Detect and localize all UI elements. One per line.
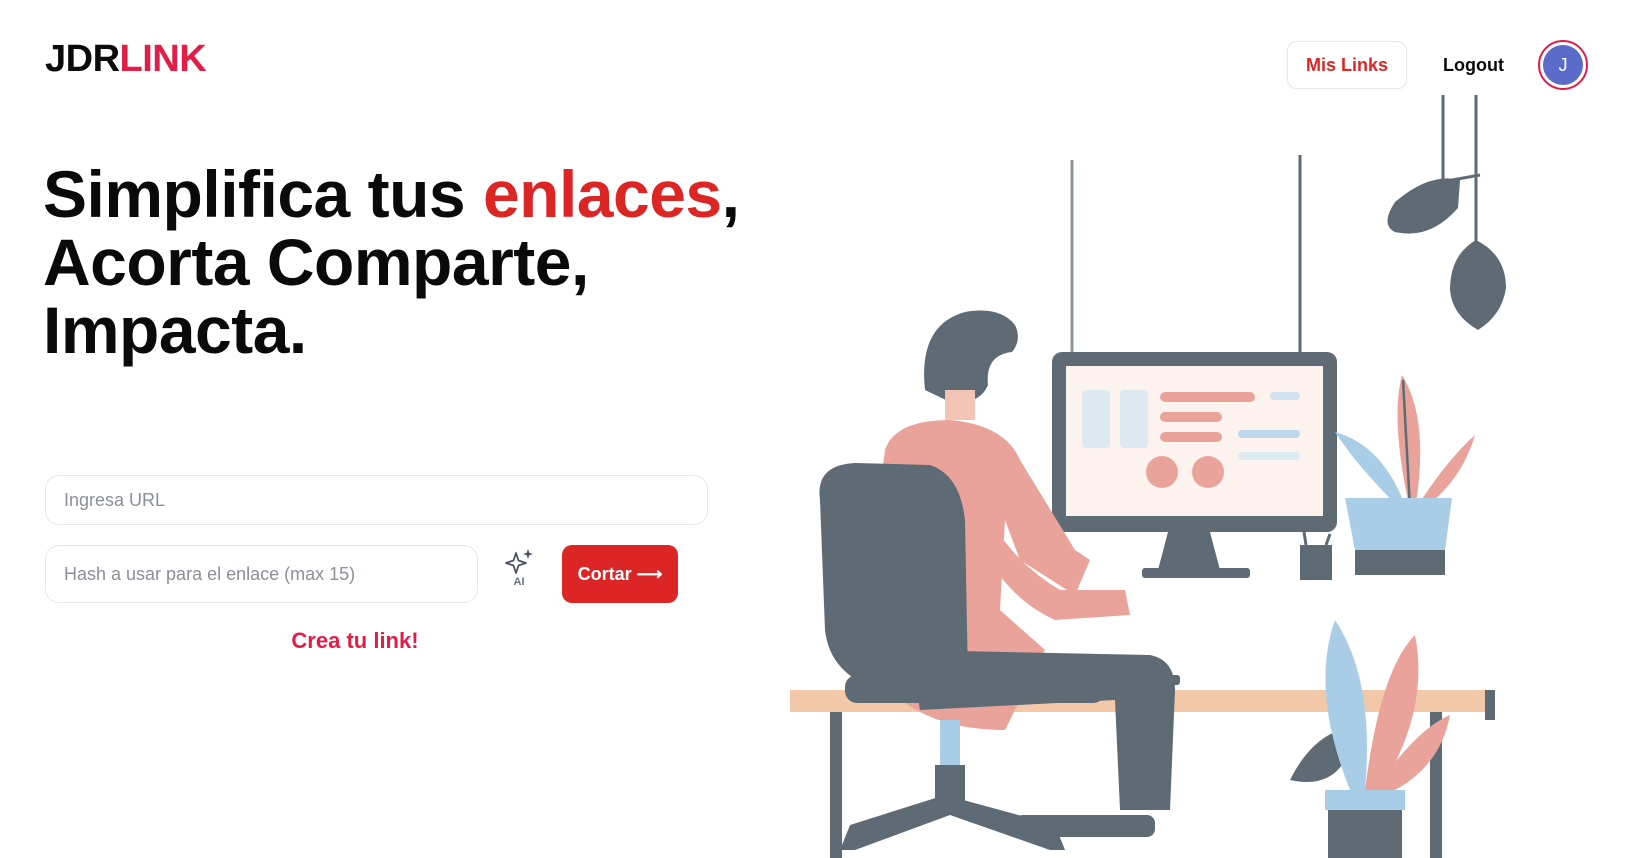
hero-line3: Impacta. bbox=[43, 293, 307, 367]
my-links-button[interactable]: Mis Links bbox=[1286, 41, 1408, 89]
logo-part-1: JDR bbox=[45, 38, 120, 80]
user-avatar-button[interactable]: J bbox=[1538, 40, 1588, 90]
sparkles-icon bbox=[505, 549, 533, 574]
hero-line1-start: Simplifica tus bbox=[43, 157, 483, 231]
hero-heading: Simplifica tus enlaces, Acorta Comparte,… bbox=[43, 157, 740, 367]
ai-label: AI bbox=[513, 576, 525, 588]
hero-line1-end: , bbox=[721, 157, 740, 231]
hero-line2: Acorta Comparte, bbox=[43, 225, 589, 299]
hero-line1-accent: enlaces bbox=[482, 157, 722, 231]
url-input[interactable] bbox=[45, 475, 708, 525]
illustration bbox=[790, 95, 1506, 858]
create-link-cta: Crea tu link! bbox=[291, 628, 419, 653]
top-nav: Mis Links Logout J bbox=[1286, 40, 1588, 90]
logo-part-2: LINK bbox=[119, 38, 207, 80]
cortar-button[interactable]: Cortar ⟶ bbox=[562, 545, 678, 603]
logo[interactable]: JDRLINK bbox=[45, 38, 207, 80]
hash-input[interactable] bbox=[45, 545, 478, 603]
logout-button[interactable]: Logout bbox=[1443, 55, 1504, 76]
ai-generate-button[interactable]: AI bbox=[500, 548, 538, 598]
avatar: J bbox=[1543, 45, 1583, 85]
